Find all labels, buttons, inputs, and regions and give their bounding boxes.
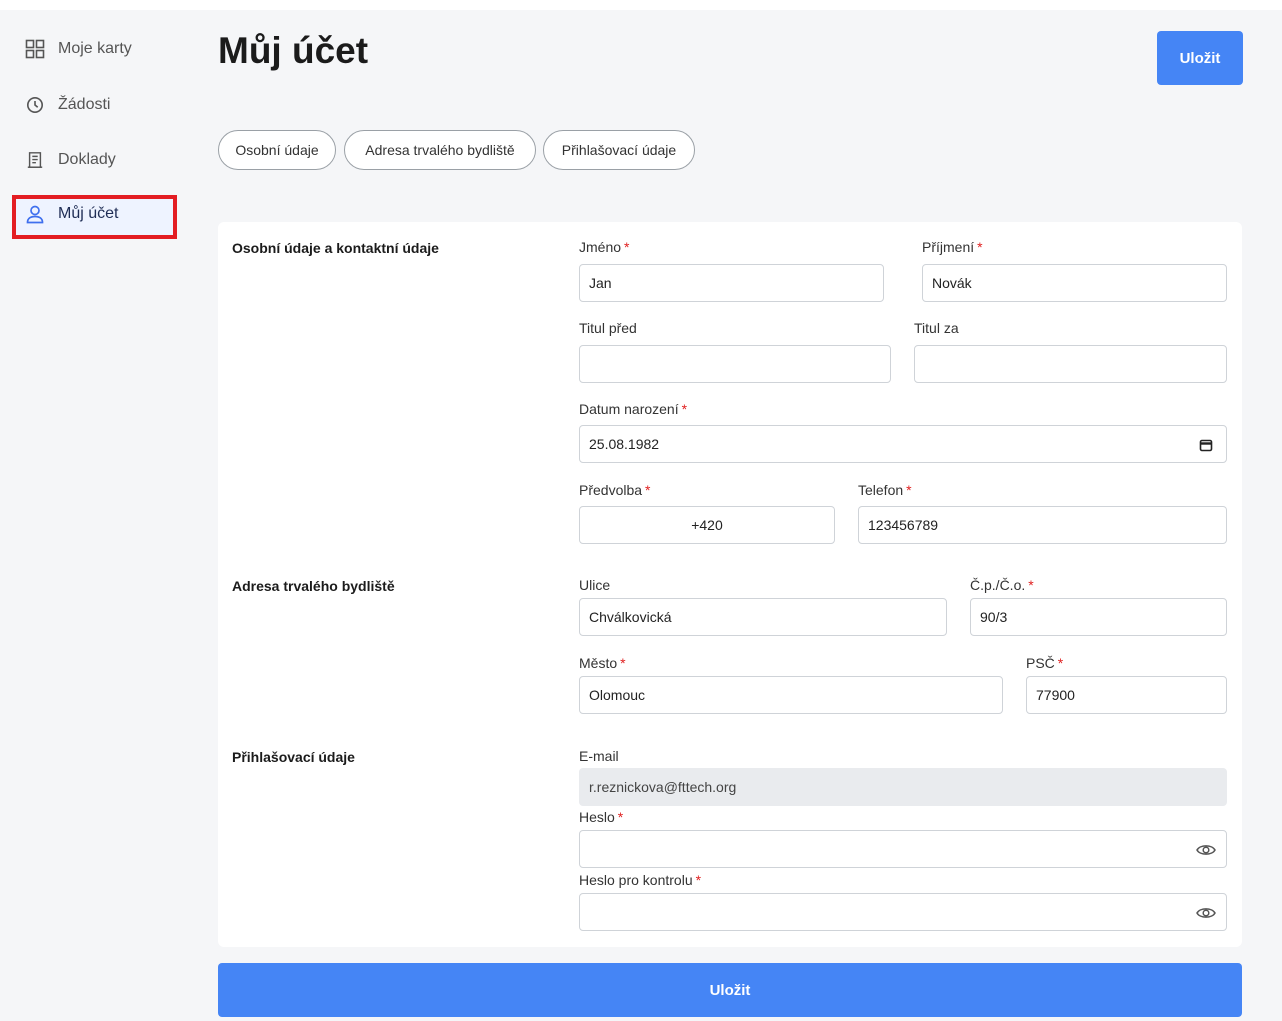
section-title-personal: Osobní údaje a kontaktní údaje (232, 240, 439, 256)
zip-label: PSČ * (1026, 655, 1064, 671)
tab-login[interactable]: Přihlašovací údaje (543, 130, 695, 170)
prefix-label: Předvolba * (579, 482, 651, 498)
last-name-label: Příjmení * (922, 239, 983, 255)
zip-input[interactable]: 77900 (1026, 676, 1227, 714)
sidebar-item-label: Doklady (58, 151, 116, 168)
password-input[interactable] (579, 830, 1227, 868)
password-label: Heslo * (579, 809, 624, 825)
grid-icon (24, 38, 46, 60)
street-label: Ulice (579, 577, 611, 593)
section-title-address: Adresa trvalého bydliště (232, 578, 395, 594)
street-input[interactable]: Chválkovická (579, 598, 947, 636)
tab-address[interactable]: Adresa trvalého bydliště (344, 130, 536, 170)
sidebar-item-label: Můj účet (58, 205, 119, 222)
sidebar-item-label: Žádosti (58, 96, 111, 113)
password-confirm-label: Heslo pro kontrolu * (579, 872, 702, 888)
top-strip (0, 0, 1282, 10)
birth-date-value: 25.08.1982 (589, 436, 660, 452)
sidebar-item-moje-karty[interactable]: Moje karty (24, 34, 174, 64)
user-icon (24, 203, 46, 225)
birth-date-label: Datum narození * (579, 401, 688, 417)
phone-label: Telefon * (858, 482, 912, 498)
save-button-bottom[interactable]: Uložit (218, 963, 1242, 1017)
password-confirm-input[interactable] (579, 893, 1227, 931)
birth-date-input[interactable]: 25.08.1982 (579, 425, 1227, 463)
sidebar: Moje karty Žádosti Doklady Můj účet (0, 10, 190, 1021)
sidebar-item-label: Moje karty (58, 40, 132, 57)
account-form-card: Osobní údaje a kontaktní údaje Jméno * Ja… (218, 222, 1242, 947)
sidebar-item-doklady[interactable]: Doklady (24, 145, 174, 175)
email-field: r.reznickova@fttech.org (579, 768, 1227, 806)
calendar-icon[interactable] (1196, 435, 1216, 455)
city-input[interactable]: Olomouc (579, 676, 1003, 714)
title-after-label: Titul za (914, 320, 959, 336)
clock-icon (24, 94, 46, 116)
eye-icon[interactable] (1196, 840, 1216, 860)
sidebar-item-muj-ucet[interactable]: Můj účet (24, 199, 174, 229)
title-before-input[interactable] (579, 345, 891, 383)
save-button-top[interactable]: Uložit (1157, 31, 1243, 85)
tab-personal[interactable]: Osobní údaje (218, 130, 336, 170)
house-number-input[interactable]: 90/3 (970, 598, 1227, 636)
receipt-icon (24, 149, 46, 171)
email-label: E-mail (579, 748, 619, 764)
page-title: Můj účet (218, 30, 369, 71)
phone-prefix-select[interactable]: +420 (579, 506, 835, 544)
title-before-label: Titul před (579, 320, 637, 336)
first-name-input[interactable]: Jan (579, 264, 884, 302)
city-label: Město * (579, 655, 626, 671)
sidebar-item-zadosti[interactable]: Žádosti (24, 90, 174, 120)
phone-input[interactable]: 123456789 (858, 506, 1227, 544)
section-title-login: Přihlašovací údaje (232, 749, 355, 765)
house-number-label: Č.p./Č.o. * (970, 577, 1034, 593)
title-after-input[interactable] (914, 345, 1227, 383)
last-name-input[interactable]: Novák (922, 264, 1227, 302)
eye-icon[interactable] (1196, 903, 1216, 923)
first-name-label: Jméno * (579, 239, 630, 255)
